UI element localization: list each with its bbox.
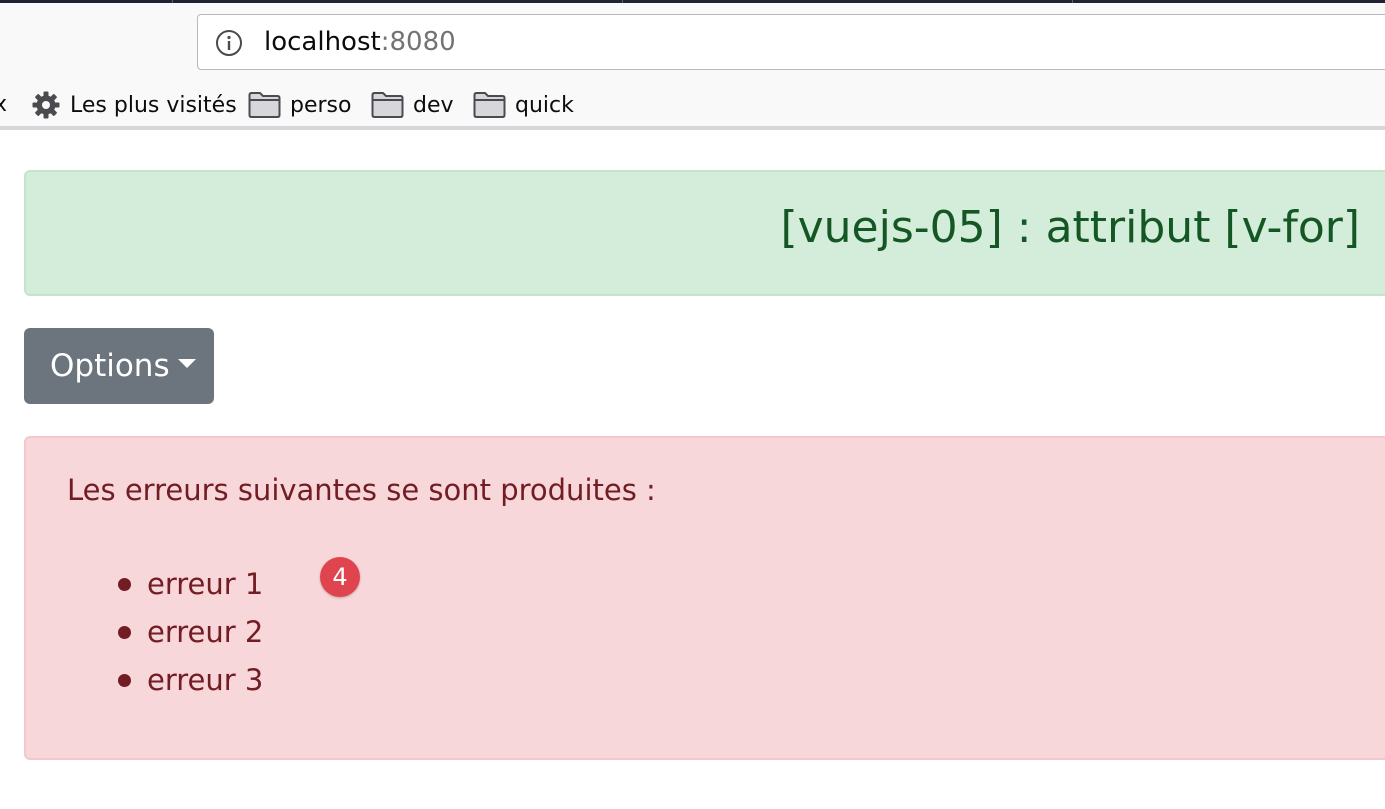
error-text: erreur 2	[147, 615, 264, 649]
options-dropdown-button[interactable]: Options	[24, 328, 214, 404]
bookmark-quick[interactable]: quick	[473, 85, 574, 125]
bookmarks-toolbar: x Les plus visités perso dev quick	[0, 85, 1385, 125]
bookmark-label: Les plus visités	[70, 92, 237, 118]
list-item: erreur 1	[26, 564, 263, 612]
url-host: localhost	[264, 27, 381, 57]
url-port: :8080	[380, 27, 456, 57]
list-item: erreur 2	[26, 612, 263, 660]
address-bar[interactable]: localhost:8080	[197, 14, 1385, 70]
bookmark-label: perso	[290, 92, 352, 118]
folder-icon	[473, 92, 506, 118]
gear-icon	[32, 91, 60, 119]
errors-heading: Les erreurs suivantes se sont produites …	[67, 473, 656, 507]
options-button-label: Options	[50, 348, 170, 384]
bullet-icon	[118, 674, 131, 687]
errors-alert: Les erreurs suivantes se sont produites …	[24, 436, 1385, 760]
bookmark-perso[interactable]: perso	[248, 85, 351, 125]
folder-icon	[371, 92, 404, 118]
page-title: [vuejs-05] : attribut [v-for]	[780, 202, 1360, 253]
bullet-icon	[118, 578, 131, 591]
count-badge: 4	[320, 557, 360, 597]
bookmark-label: dev	[413, 92, 454, 118]
bookmark-label: quick	[515, 92, 574, 118]
url-text[interactable]: localhost:8080	[264, 27, 456, 57]
toolbar-divider	[0, 126, 1385, 130]
info-icon[interactable]	[214, 28, 244, 58]
bookmark-dev[interactable]: dev	[371, 85, 454, 125]
folder-icon	[248, 92, 281, 118]
bullet-icon	[118, 626, 131, 639]
caret-down-icon	[177, 358, 196, 368]
bookmark-truncated-label[interactable]: x	[0, 91, 7, 119]
error-text: erreur 3	[147, 663, 264, 697]
bookmark-les-plus-visites[interactable]: Les plus visités	[31, 85, 237, 125]
title-banner: [vuejs-05] : attribut [v-for]	[24, 170, 1385, 296]
error-list: erreur 1 erreur 2 erreur 3	[26, 564, 263, 708]
browser-toolbar: localhost:8080 x Les plus visités perso …	[0, 3, 1385, 126]
error-text: erreur 1	[147, 567, 264, 601]
list-item: erreur 3	[26, 660, 263, 708]
